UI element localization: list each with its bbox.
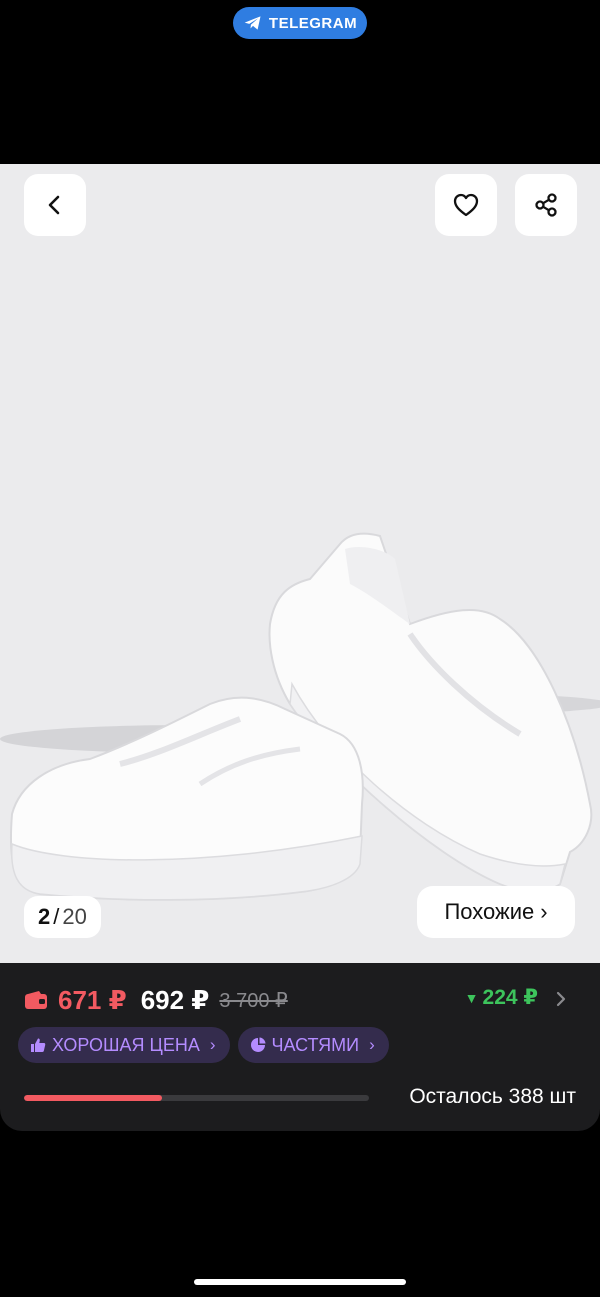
image-counter-separator: / — [53, 904, 60, 929]
image-counter-total: 20 — [62, 904, 87, 929]
card-price: 671 ₽ — [58, 984, 127, 1015]
installments-label: ЧАСТЯМИ — [271, 1034, 360, 1055]
old-price: 3 700 ₽ — [219, 989, 288, 1012]
similar-products-button[interactable]: Похожие › — [417, 886, 575, 938]
share-button[interactable] — [515, 174, 577, 236]
stock-progress-fill — [24, 1095, 162, 1101]
stock-row: Осталось 388 шт — [24, 1083, 576, 1113]
good-price-badge[interactable]: ХОРОШАЯ ЦЕНА › — [18, 1027, 230, 1063]
chevron-right-icon: › — [540, 899, 548, 924]
telegram-banner[interactable]: TELEGRAM — [233, 7, 367, 39]
chevron-right-icon — [556, 991, 566, 1007]
stock-remaining-text: Осталось 388 шт — [409, 1085, 576, 1108]
installments-badge[interactable]: ЧАСТЯМИ › — [237, 1027, 389, 1063]
telegram-icon — [244, 16, 261, 30]
price-panel: 671 ₽ 692 ₽ 3 700 ₽ ▼ 224 ₽ ХОРОШАЯ ЦЕНА… — [0, 963, 600, 1131]
wallet-icon — [24, 990, 48, 1010]
heart-icon — [453, 193, 479, 217]
telegram-label: TELEGRAM — [268, 14, 358, 32]
home-indicator — [194, 1279, 406, 1285]
good-price-label: ХОРОШАЯ ЦЕНА — [52, 1034, 200, 1055]
pie-chart-icon — [250, 1037, 266, 1052]
thumbs-up-icon — [31, 1038, 46, 1052]
share-icon — [535, 193, 557, 217]
discount-amount: ▼ 224 ₽ — [465, 985, 538, 1010]
down-arrow-icon: ▼ — [464, 989, 479, 1006]
product-gallery[interactable]: 2 / 20 Похожие › — [0, 164, 600, 963]
product-image — [0, 532, 600, 901]
badge-row: ХОРОШАЯ ЦЕНА › ЧАСТЯМИ › — [18, 1027, 389, 1063]
chevron-right-icon: › — [209, 1035, 216, 1054]
chevron-right-icon: › — [369, 1035, 375, 1054]
current-price: 692 ₽ — [140, 984, 210, 1015]
chevron-left-icon — [48, 195, 60, 215]
stock-progress-bar — [24, 1095, 369, 1101]
back-button[interactable] — [24, 174, 86, 236]
image-counter: 2 / 20 — [24, 896, 101, 938]
image-counter-current: 2 — [38, 904, 51, 929]
price-row[interactable]: 671 ₽ 692 ₽ 3 700 ₽ ▼ 224 ₽ — [24, 983, 576, 1017]
discount-value: 224 ₽ — [482, 986, 538, 1009]
favorite-button[interactable] — [435, 174, 497, 236]
similar-label: Похожие — [444, 899, 535, 924]
